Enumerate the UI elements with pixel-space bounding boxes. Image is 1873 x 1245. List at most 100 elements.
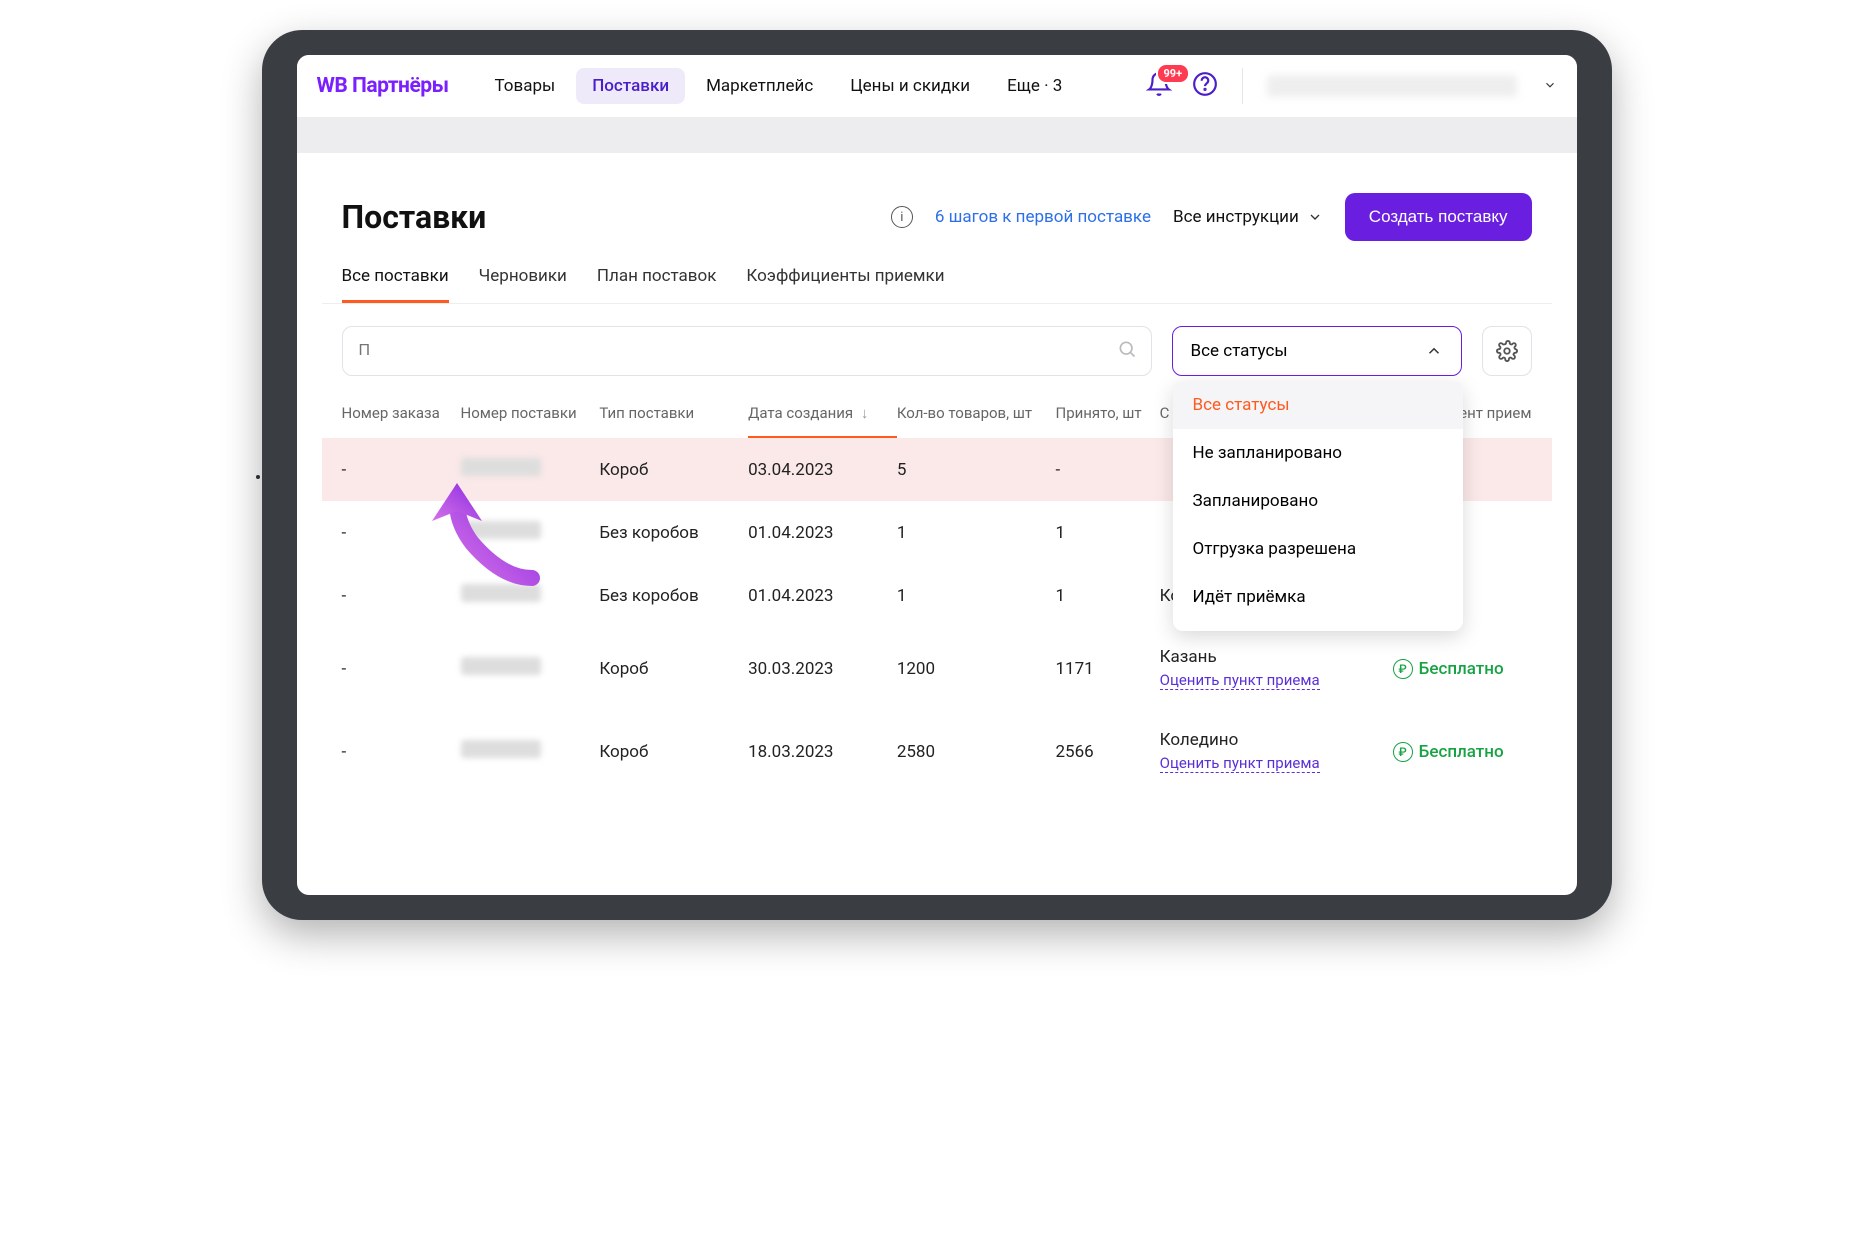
status-selected: Все статусы [1191, 341, 1288, 361]
status-option-all[interactable]: Все статусы [1173, 381, 1463, 429]
th-accepted[interactable]: Принято, шт [1056, 404, 1160, 422]
search-box[interactable] [342, 326, 1152, 376]
th-date[interactable]: Дата создания ↓ [748, 404, 897, 438]
settings-button[interactable] [1482, 326, 1532, 376]
status-option-planned[interactable]: Запланировано [1173, 477, 1463, 525]
th-qty[interactable]: Кол-во товаров, шт [897, 404, 1056, 422]
th-type[interactable]: Тип поставки [599, 404, 748, 422]
tablet-frame: WB Партнёры Товары Поставки Маркетплейс … [262, 30, 1612, 920]
chevron-up-icon [1425, 342, 1443, 360]
brand-logo[interactable]: WB Партнёры [317, 74, 449, 98]
sort-arrow-down-icon: ↓ [861, 404, 869, 422]
cell-accepted: 1 [1056, 523, 1160, 543]
status-option-shipping[interactable]: Отгрузка разрешена [1173, 525, 1463, 573]
status-dropdown-menu: Все статусы Не запланировано Запланирова… [1173, 381, 1463, 631]
ruble-icon: ₽ [1393, 742, 1413, 762]
nav-links: Товары Поставки Маркетплейс Цены и скидк… [478, 68, 1078, 104]
cell-order: - [342, 523, 461, 543]
warehouse-name: Коледино [1160, 730, 1393, 750]
cell-accepted: 1171 [1056, 659, 1160, 679]
cell-supply [461, 657, 600, 680]
page-title: Поставки [342, 198, 487, 236]
tab-all-supplies[interactable]: Все поставки [342, 266, 449, 303]
cell-type: Без коробов [599, 523, 748, 543]
th-date-label: Дата создания [748, 404, 853, 422]
cell-supply [461, 584, 600, 607]
warehouse-name: Казань [1160, 647, 1393, 667]
search-input[interactable] [359, 342, 1135, 360]
table-row[interactable]: - Короб30.03.202312001171Казань Оценить пу… [322, 627, 1552, 710]
cell-accepted: 2566 [1056, 742, 1160, 762]
cell-date: 18.03.2023 [748, 742, 897, 762]
table-row[interactable]: -Короб18.03.202325802566КолединоОценить … [322, 710, 1552, 793]
bell-icon [1146, 82, 1172, 101]
steps-link[interactable]: 6 шагов к первой поставке [935, 207, 1151, 227]
cell-order: - [342, 586, 461, 606]
sub-bar [297, 117, 1577, 153]
nav-products[interactable]: Товары [478, 68, 571, 104]
rate-point-link[interactable]: Оценить пункт приема [1160, 754, 1320, 773]
rate-point-link[interactable]: Оценить пункт приема [1160, 671, 1320, 690]
cell-warehouse: Казань Оценить пункт приема [1160, 647, 1393, 690]
blurred-supply-number [461, 740, 541, 758]
th-supply[interactable]: Номер поставки [461, 404, 600, 422]
cell-coef: ₽Бесплатно [1393, 659, 1532, 679]
nav-prices[interactable]: Цены и скидки [834, 68, 986, 104]
notif-badge: 99+ [1156, 63, 1191, 84]
cell-order: - [342, 659, 461, 679]
cell-type: Короб [599, 460, 748, 480]
cell-date: 01.04.2023 [748, 523, 897, 543]
ruble-icon: ₽ [1393, 659, 1413, 679]
screen: WB Партнёры Товары Поставки Маркетплейс … [297, 55, 1577, 895]
cell-date: 01.04.2023 [748, 586, 897, 606]
user-name-blurred [1267, 75, 1517, 97]
header-actions: i 6 шагов к первой поставке Все инструкц… [891, 193, 1532, 241]
filter-row: Все статусы Все статусы Не запланировано… [322, 304, 1552, 376]
chevron-down-icon [1307, 209, 1323, 225]
nav-supplies[interactable]: Поставки [576, 68, 685, 104]
card-header: Поставки i 6 шагов к первой поставке Все… [322, 193, 1552, 266]
cell-date: 03.04.2023 [748, 460, 897, 480]
blurred-supply-number [461, 657, 541, 675]
free-tag: ₽Бесплатно [1393, 742, 1532, 762]
help-button[interactable] [1192, 71, 1218, 101]
nav-more[interactable]: Еще · 3 [991, 68, 1078, 104]
cell-warehouse: Коледино Оценить пункт приема [1160, 730, 1393, 773]
tab-coefficients[interactable]: Коэффициенты приемки [746, 266, 944, 303]
search-icon [1117, 339, 1137, 363]
status-option-receiving[interactable]: Идёт приёмка [1173, 573, 1463, 621]
create-supply-button[interactable]: Создать поставку [1345, 193, 1532, 241]
info-icon[interactable]: i [891, 206, 913, 228]
cell-date: 30.03.2023 [748, 659, 897, 679]
cell-order: - [342, 460, 461, 480]
cell-supply [461, 521, 600, 544]
blurred-supply-number [461, 584, 541, 602]
status-option-unplanned[interactable]: Не запланировано [1173, 429, 1463, 477]
chevron-down-icon[interactable] [1543, 77, 1557, 96]
cell-qty: 1200 [897, 659, 1056, 679]
nav-right: 99+ [1146, 68, 1557, 104]
cell-qty: 1 [897, 586, 1056, 606]
divider [1242, 68, 1243, 104]
free-tag: ₽Бесплатно [1393, 659, 1532, 679]
main-card: Поставки i 6 шагов к первой поставке Все… [322, 193, 1552, 793]
tab-drafts[interactable]: Черновики [479, 266, 567, 303]
cell-qty: 2580 [897, 742, 1056, 762]
tab-plan[interactable]: План поставок [597, 266, 717, 303]
cell-type: Короб [599, 659, 748, 679]
cell-type: Короб [599, 742, 748, 762]
notifications-button[interactable]: 99+ [1146, 71, 1172, 101]
tabs: Все поставки Черновики План поставок Коэ… [322, 266, 1552, 304]
status-filter-dropdown[interactable]: Все статусы Все статусы Не запланировано… [1172, 326, 1462, 376]
nav-marketplace[interactable]: Маркетплейс [690, 68, 829, 104]
th-order[interactable]: Номер заказа [342, 404, 461, 422]
top-navbar: WB Партнёры Товары Поставки Маркетплейс … [297, 55, 1577, 117]
instructions-dropdown[interactable]: Все инструкции [1173, 207, 1323, 227]
instructions-label: Все инструкции [1173, 207, 1299, 227]
cell-accepted: 1 [1056, 586, 1160, 606]
cell-qty: 1 [897, 523, 1056, 543]
cell-accepted: - [1056, 460, 1160, 480]
cell-supply [461, 740, 600, 763]
cell-qty: 5 [897, 460, 1056, 480]
cell-coef: ₽Бесплатно [1393, 742, 1532, 762]
